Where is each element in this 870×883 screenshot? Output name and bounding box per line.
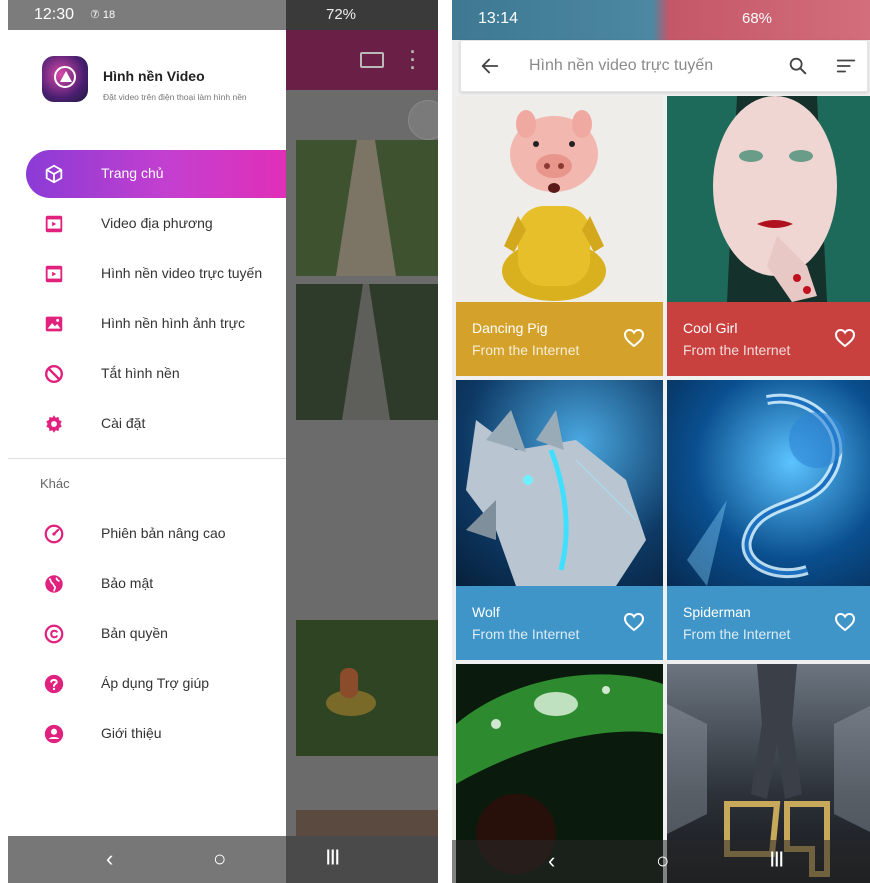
wallpaper-thumbnail: [456, 380, 663, 586]
menu-item-label: Video địa phương: [101, 215, 213, 231]
menu-item-online-image[interactable]: Hình nền hình ảnh trực: [26, 300, 286, 348]
wallpaper-thumbnail: [456, 96, 663, 302]
card-info: Spiderman From the Internet: [667, 586, 870, 660]
cast-icon[interactable]: [360, 52, 384, 68]
navigation-drawer: Hình nền Video Đặt video trên điện thoại…: [8, 30, 286, 836]
back-arrow-icon[interactable]: [479, 55, 501, 77]
favorite-heart-icon[interactable]: [833, 326, 857, 350]
system-navigation-bar: ‹ ○ |||: [452, 840, 870, 883]
card-info: Dancing Pig From the Internet: [456, 302, 663, 376]
gear-icon: [46, 415, 62, 433]
menu-item-label: Phiên bản nâng cao: [101, 525, 226, 541]
menu-item-label: Cài đặt: [101, 415, 146, 431]
menu-item-premium[interactable]: Phiên bản nâng cao: [26, 510, 286, 558]
recents-button[interactable]: |||: [770, 850, 783, 868]
sort-icon[interactable]: [835, 55, 857, 77]
more-options-icon[interactable]: · · ·: [410, 43, 416, 77]
menu-item-settings[interactable]: Cài đặt: [26, 400, 286, 448]
favorite-heart-icon[interactable]: [622, 326, 646, 350]
home-button[interactable]: ○: [213, 846, 226, 872]
card-title: Spiderman: [683, 604, 751, 620]
status-bar: 12:30 ⑦ 18 72%: [8, 0, 438, 30]
menu-item-home[interactable]: Trang chủ: [26, 150, 286, 198]
favorite-heart-icon[interactable]: [622, 610, 646, 634]
menu-item-label: Hình nền video trực tuyến: [101, 265, 263, 281]
person-icon: [44, 724, 64, 744]
menu-item-copyright[interactable]: Bản quyền: [26, 610, 286, 658]
menu-item-label: Giới thiệu: [101, 725, 162, 741]
system-navigation-bar: ‹ ○ |||: [8, 836, 438, 883]
wallpaper-card[interactable]: Cool Girl From the Internet: [667, 96, 870, 376]
card-subtitle: From the Internet: [472, 626, 580, 642]
wallpaper-card[interactable]: Wolf From the Internet: [456, 380, 663, 660]
globe-icon: [45, 575, 63, 593]
wallpaper-thumbnail: [667, 96, 870, 302]
speedometer-icon: [44, 524, 64, 544]
menu-item-label: Bảo mật: [101, 575, 154, 591]
wallpaper-thumbnail: [667, 380, 870, 586]
menu-divider: [8, 458, 286, 459]
search-bar[interactable]: Hình nền video trực tuyến: [460, 40, 868, 92]
menu-item-label: Bản quyền: [101, 625, 168, 641]
help-icon: [44, 674, 64, 694]
battery-level: 68%: [742, 10, 773, 27]
menu-item-help[interactable]: Áp dụng Trợ giúp: [26, 660, 286, 708]
app-logo-icon: [42, 56, 88, 102]
menu-item-label: Áp dụng Trợ giúp: [101, 675, 210, 691]
menu-item-privacy[interactable]: Bảo mật: [26, 560, 286, 608]
image-icon: [45, 316, 63, 332]
copyright-icon: [44, 624, 64, 644]
app-name: Hình nền Video: [103, 68, 205, 84]
menu-item-local-video[interactable]: Video địa phương: [26, 200, 286, 248]
battery-level: 72%: [326, 6, 357, 23]
back-button[interactable]: ‹: [106, 846, 113, 872]
search-input[interactable]: Hình nền video trực tuyến: [529, 57, 713, 75]
card-subtitle: From the Internet: [472, 342, 580, 358]
card-title: Dancing Pig: [472, 320, 548, 336]
back-button[interactable]: ‹: [548, 848, 555, 874]
recents-button[interactable]: |||: [326, 848, 339, 866]
status-time: 12:30: [34, 6, 75, 23]
right-phone-screen: 13:14 68% Hình nền video trực tuyến Danc…: [452, 0, 870, 883]
wallpaper-card[interactable]: Dancing Pig From the Internet: [456, 96, 663, 376]
menu-item-online-video[interactable]: Hình nền video trực tuyến: [26, 250, 286, 298]
cube-icon: [45, 164, 63, 184]
menu-item-label: Trang chủ: [101, 165, 164, 181]
status-time: 13:14: [478, 10, 519, 27]
block-icon: [45, 365, 63, 383]
favorite-heart-icon[interactable]: [833, 610, 857, 634]
video-file-icon: [45, 215, 63, 233]
search-icon[interactable]: [787, 55, 809, 77]
card-title: Cool Girl: [683, 320, 738, 336]
menu-item-label: Tắt hình nền: [101, 365, 180, 381]
left-phone-screen: · · · 12:30 ⑦ 18 72% Hình nền Video Đặt vi…: [8, 0, 438, 883]
card-subtitle: From the Internet: [683, 342, 791, 358]
status-bar: 13:14 68%: [452, 0, 870, 40]
status-indicators: ⑦ 18: [90, 9, 116, 21]
wallpaper-card[interactable]: Spiderman From the Internet: [667, 380, 870, 660]
menu-item-about[interactable]: Giới thiệu: [26, 710, 286, 758]
section-label-other: Khác: [40, 476, 70, 491]
card-subtitle: From the Internet: [683, 626, 791, 642]
screenshot-root: · · · 12:30 ⑦ 18 72% Hình nền Video Đặt vi…: [0, 0, 870, 883]
card-title: Wolf: [472, 604, 500, 620]
home-button[interactable]: ○: [656, 848, 669, 874]
background-thumbnail[interactable]: [296, 284, 438, 420]
video-file-icon: [45, 265, 63, 283]
card-info: Cool Girl From the Internet: [667, 302, 870, 376]
background-thumbnail[interactable]: [296, 140, 438, 276]
app-subtitle: Đặt video trên điện thoại làm hình nền: [103, 92, 247, 102]
menu-item-label: Hình nền hình ảnh trực: [101, 315, 246, 331]
background-thumbnail[interactable]: [296, 620, 438, 756]
card-info: Wolf From the Internet: [456, 586, 663, 660]
menu-item-disable-wallpaper[interactable]: Tắt hình nền: [26, 350, 286, 398]
